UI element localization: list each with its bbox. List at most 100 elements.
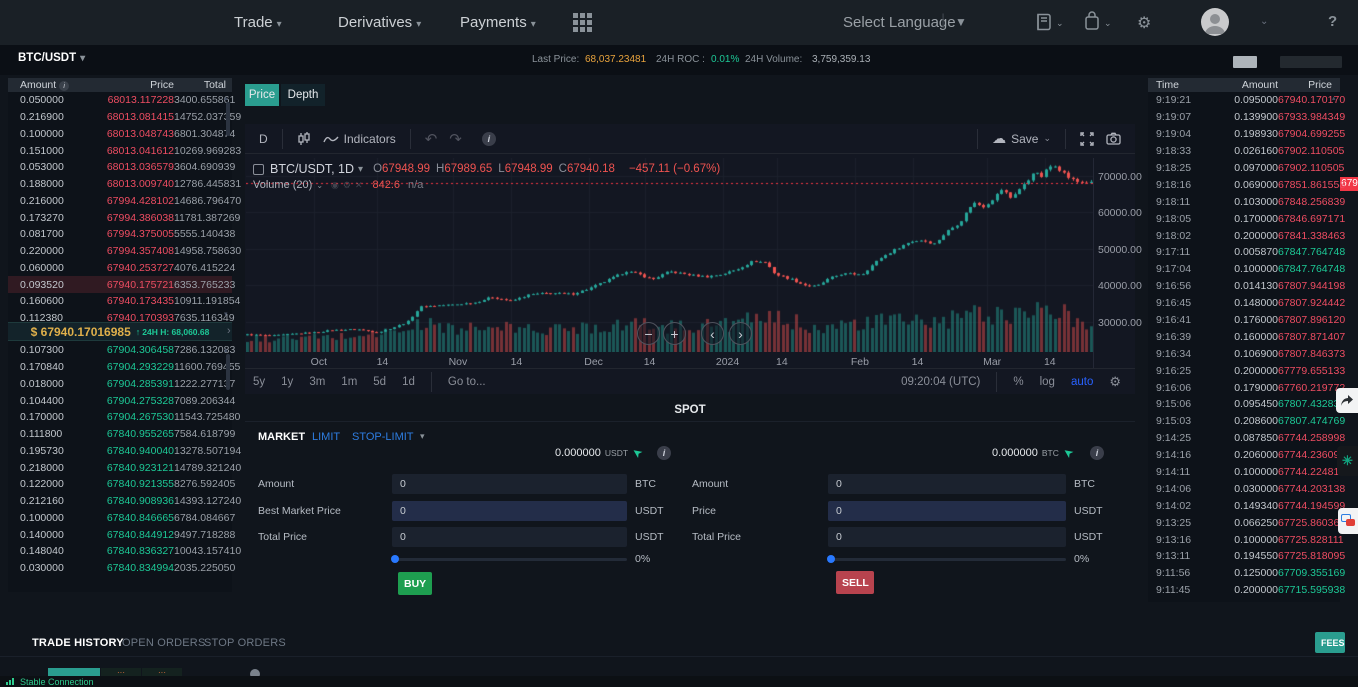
pan-right-button[interactable]: › xyxy=(729,322,752,345)
info-icon[interactable]: i xyxy=(59,81,69,91)
indicators-button[interactable]: Indicators xyxy=(317,132,402,146)
settings-gear-icon[interactable]: ⚙ xyxy=(1137,13,1151,33)
orderbook-bid-row[interactable]: 0.21800067840.92312114789.321240 xyxy=(8,459,232,476)
scroll-down-icon[interactable]: ▾ xyxy=(224,310,228,318)
sell-amount-input[interactable]: 0 xyxy=(828,474,1066,494)
orderbook-bid-row[interactable]: 0.10730067904.3064587286.132083 xyxy=(8,342,232,359)
info-icon[interactable]: i xyxy=(482,132,496,146)
zoom-in-button[interactable]: + xyxy=(663,322,686,345)
log-scale-button[interactable]: log xyxy=(1032,376,1063,388)
legend-symbol[interactable]: BTC/USDT, 1D xyxy=(270,162,354,176)
buy-price-input[interactable]: 0 xyxy=(392,501,627,521)
orderbook-ask-row[interactable]: 0.17327067994.38603811781.387269 xyxy=(8,209,232,226)
zoom-out-button[interactable]: − xyxy=(637,322,660,345)
orderbook-ask-row[interactable]: 0.21600067994.42810214686.796470 xyxy=(8,193,232,210)
orderbook-bid-row[interactable]: 0.19573067840.94004013278.507194 xyxy=(8,443,232,460)
orderbook-ask-row[interactable]: 0.05300068013.0365793604.690939 xyxy=(8,159,232,176)
orderbook-bid-row[interactable]: 0.17084067904.29322911600.769455 xyxy=(8,359,232,376)
symbol-search-icon[interactable] xyxy=(253,164,264,175)
tab-limit[interactable]: LIMIT xyxy=(312,431,340,443)
chevron-down-icon[interactable]: ▾ xyxy=(358,164,363,175)
scroll-up-icon[interactable]: ▴ xyxy=(1332,94,1336,102)
avatar[interactable] xyxy=(1201,8,1229,36)
bids-scrollbar[interactable] xyxy=(226,354,230,390)
orderbook-ask-row[interactable]: 0.05000068013.1172283400.655861 xyxy=(8,92,232,109)
buy-total-input[interactable]: 0 xyxy=(392,527,627,547)
buy-amount-input[interactable]: 0 xyxy=(392,474,627,494)
eye-icon[interactable]: ◉ xyxy=(331,180,339,191)
language-dropdown-icon[interactable]: ▼ xyxy=(955,15,967,29)
orderbook-ask-row[interactable]: 0.16060067940.17343510911.191854 xyxy=(8,293,232,310)
account-chevron-icon[interactable]: ⌄ xyxy=(1260,16,1268,27)
sell-slider[interactable] xyxy=(828,558,1066,561)
pan-left-button[interactable]: ‹ xyxy=(701,322,724,345)
orderbook-ask-row[interactable]: 0.22000067994.35740814958.758630 xyxy=(8,243,232,260)
orderbook-bid-row[interactable]: 0.10000067840.8466656784.084667 xyxy=(8,510,232,527)
chevron-down-icon[interactable]: ⌄ xyxy=(316,181,323,190)
orderbook-ask-row[interactable]: 0.18800068013.00974012786.445831 xyxy=(8,176,232,193)
range-button-5d[interactable]: 5d xyxy=(365,376,394,388)
current-price-bar[interactable]: $ 67940.17016985 ↑ 24H H: 68,060.68 xyxy=(8,322,232,341)
goto-button[interactable]: Go to... xyxy=(440,376,494,388)
volume-legend-label[interactable]: Volume (20) xyxy=(253,179,312,191)
orderbook-bid-row[interactable]: 0.14000067840.8449129497.718288 xyxy=(8,526,232,543)
range-button-3m[interactable]: 3m xyxy=(301,376,333,388)
undo-icon[interactable]: ↶ xyxy=(419,130,444,148)
tab-market[interactable]: MARKET xyxy=(258,431,305,443)
orderbook-bid-row[interactable]: 0.21216067840.90893614393.127240 xyxy=(8,493,232,510)
percent-scale-button[interactable]: % xyxy=(1005,376,1031,388)
share-widget[interactable] xyxy=(1336,388,1358,413)
orderbook-ask-row[interactable]: 0.09352067940.1757216353.765233 xyxy=(8,276,232,293)
security-bag-icon[interactable] xyxy=(1084,11,1100,36)
tab-trade-history[interactable]: TRADE HISTORY xyxy=(32,637,124,649)
orderbook-ask-row[interactable]: 0.15100068013.04161210269.969283 xyxy=(8,142,232,159)
tab-stop-orders[interactable]: STOP ORDERS xyxy=(204,637,286,649)
scroll-up-icon[interactable]: ▴ xyxy=(224,346,228,354)
order-type-chevron-icon[interactable]: ▾ xyxy=(420,431,425,442)
auto-scale-button[interactable]: auto xyxy=(1063,376,1101,388)
range-button-1m[interactable]: 1m xyxy=(333,376,365,388)
close-icon[interactable]: ✕ xyxy=(355,180,363,191)
orderbook-bid-row[interactable]: 0.10440067904.2753287089.206344 xyxy=(8,392,232,409)
assistant-widget[interactable]: ✳ xyxy=(1337,446,1358,476)
tab-price[interactable]: Price xyxy=(245,84,279,106)
range-button-1y[interactable]: 1y xyxy=(273,376,301,388)
nav-payments[interactable]: Payments▾ xyxy=(460,14,536,31)
tab-open-orders[interactable]: OPEN ORDERS xyxy=(122,637,206,649)
orderbook-ask-row[interactable]: 0.21690068013.08141514752.037359 xyxy=(8,109,232,126)
wallet-arrow-icon[interactable]: ➤ xyxy=(629,444,645,461)
redo-icon[interactable]: ↷ xyxy=(443,130,468,148)
scroll-up-icon[interactable]: ▴ xyxy=(224,94,228,102)
orderbook-bid-row[interactable]: 0.11180067840.9552657584.618799 xyxy=(8,426,232,443)
range-button-1d[interactable]: 1d xyxy=(394,376,423,388)
sell-price-input[interactable]: 0 xyxy=(828,501,1066,521)
select-language[interactable]: Select Language xyxy=(843,14,956,31)
tab-stop-limit[interactable]: STOP-LIMIT xyxy=(352,431,414,443)
fullscreen-icon[interactable] xyxy=(1074,132,1100,146)
orderbook-bid-row[interactable]: 0.14804067840.83632710043.157410 xyxy=(8,543,232,560)
clock-button[interactable]: 09:20:04 (UTC) xyxy=(893,376,988,388)
wallet-arrow-icon[interactable]: ➤ xyxy=(1060,444,1076,461)
nav-derivatives[interactable]: Derivatives▾ xyxy=(338,14,421,31)
nav-trade[interactable]: Trade▾ xyxy=(234,14,282,31)
panel-collapse-icon[interactable]: › xyxy=(227,325,231,337)
info-icon[interactable]: i xyxy=(1090,446,1104,460)
pair-selector[interactable]: BTC/USDT▾ xyxy=(18,52,85,64)
help-icon[interactable]: ? xyxy=(1328,13,1337,30)
orderbook-bid-row[interactable]: 0.17000067904.26753011543.725480 xyxy=(8,409,232,426)
buy-slider[interactable] xyxy=(392,558,627,561)
fees-button[interactable]: FEES xyxy=(1315,632,1345,653)
orderbook-bid-row[interactable]: 0.03000067840.8349942035.225050 xyxy=(8,560,232,577)
apps-grid-icon[interactable] xyxy=(573,13,592,37)
orderbook-bid-row[interactable]: 0.12200067840.9213558276.592405 xyxy=(8,476,232,493)
range-button-5y[interactable]: 5y xyxy=(245,376,273,388)
sell-total-input[interactable]: 0 xyxy=(828,527,1066,547)
tab-depth[interactable]: Depth xyxy=(281,84,325,106)
candle-style-icon[interactable] xyxy=(291,131,317,147)
chat-widget[interactable] xyxy=(1338,508,1358,534)
sell-button[interactable]: SELL xyxy=(836,571,874,594)
cloud-save-button[interactable]: ☁Save⌄ xyxy=(986,130,1057,147)
sell-slider-handle[interactable] xyxy=(827,555,835,563)
orders-book-icon[interactable] xyxy=(1035,13,1052,36)
axis-settings-gear-icon[interactable]: ⚙ xyxy=(1101,374,1129,390)
